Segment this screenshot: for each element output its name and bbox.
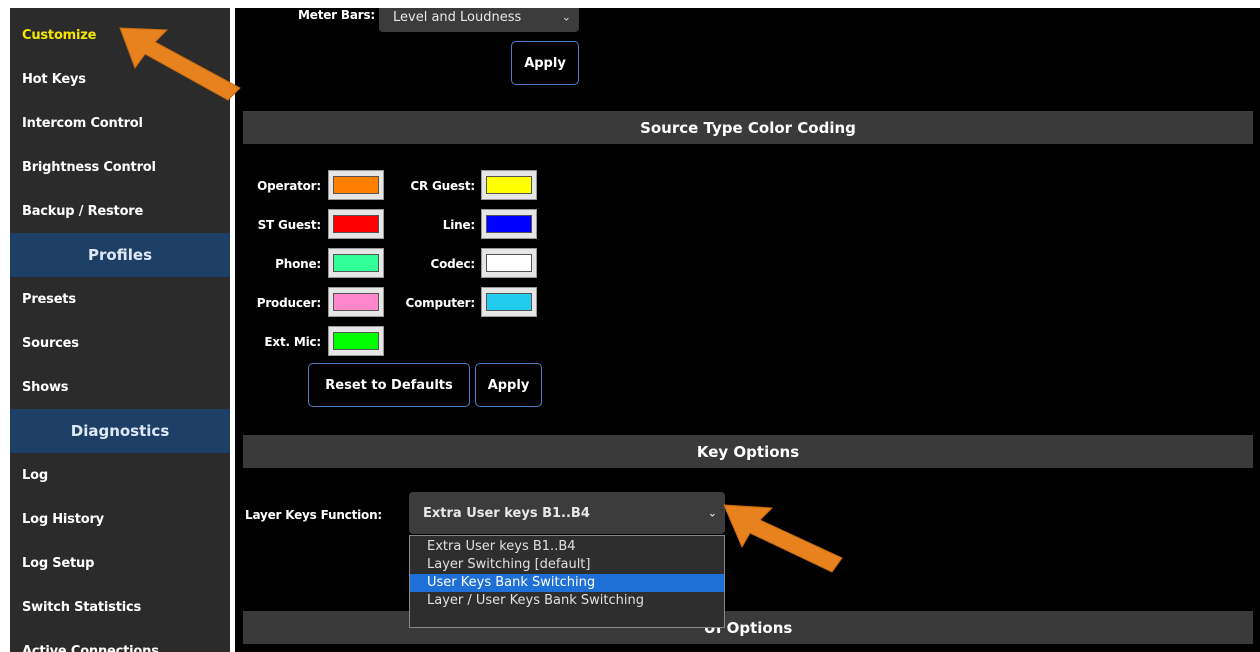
meter-bars-value: Level and Loudness <box>393 9 522 25</box>
sidebar-item-active-connections[interactable]: Active Connections <box>10 629 230 652</box>
ext-mic-color-swatch[interactable] <box>328 326 384 356</box>
cr-guest-color <box>486 176 532 194</box>
dropdown-option[interactable]: Layer Switching [default] <box>410 556 724 574</box>
st-guest-color-swatch[interactable] <box>328 209 384 239</box>
sidebar: Customize Hot Keys Intercom Control Brig… <box>10 8 230 652</box>
layer-keys-function-label: Layer Keys Function: <box>245 508 383 522</box>
ext-mic-color <box>333 332 379 350</box>
sidebar-item-intercom-control[interactable]: Intercom Control <box>10 101 230 145</box>
reset-to-defaults-button[interactable]: Reset to Defaults <box>308 363 470 407</box>
layer-keys-function-dropdown: Extra User keys B1..B4 Layer Switching [… <box>409 535 725 628</box>
producer-color <box>333 293 379 311</box>
dropdown-option-highlighted[interactable]: User Keys Bank Switching <box>410 574 724 592</box>
line-color <box>486 215 532 233</box>
phone-color-swatch[interactable] <box>328 248 384 278</box>
layer-keys-function-select[interactable]: Extra User keys B1..B4 ⌄ <box>409 492 725 534</box>
computer-color <box>486 293 532 311</box>
operator-label: Operator: <box>257 179 321 193</box>
ui-options-section-header: UI Options <box>243 611 1253 644</box>
color-coding-apply-button[interactable]: Apply <box>475 363 542 407</box>
cr-guest-label: CR Guest: <box>410 179 475 193</box>
color-coding-section-header: Source Type Color Coding <box>243 111 1253 144</box>
cr-guest-color-swatch[interactable] <box>481 170 537 200</box>
phone-label: Phone: <box>275 257 321 271</box>
producer-color-swatch[interactable] <box>328 287 384 317</box>
chevron-down-icon: ⌄ <box>707 506 717 520</box>
operator-color-swatch[interactable] <box>328 170 384 200</box>
sidebar-item-presets[interactable]: Presets <box>10 277 230 321</box>
sidebar-item-sources[interactable]: Sources <box>10 321 230 365</box>
line-color-swatch[interactable] <box>481 209 537 239</box>
chevron-down-icon: ⌄ <box>561 10 571 24</box>
sidebar-item-switch-statistics[interactable]: Switch Statistics <box>10 585 230 629</box>
sidebar-item-log[interactable]: Log <box>10 453 230 497</box>
sidebar-item-log-history[interactable]: Log History <box>10 497 230 541</box>
sidebar-item-shows[interactable]: Shows <box>10 365 230 409</box>
sidebar-item-log-setup[interactable]: Log Setup <box>10 541 230 585</box>
codec-label: Codec: <box>430 257 476 271</box>
st-guest-label: ST Guest: <box>257 218 322 232</box>
meter-bars-select[interactable]: Level and Loudness ⌄ <box>379 8 579 32</box>
st-guest-color <box>333 215 379 233</box>
phone-color <box>333 254 379 272</box>
ext-mic-label: Ext. Mic: <box>264 335 321 349</box>
callout-arrow-icon <box>723 504 843 573</box>
sidebar-item-backup-restore[interactable]: Backup / Restore <box>10 189 230 233</box>
line-label: Line: <box>442 218 475 232</box>
meter-bars-label: Meter Bars: <box>298 8 375 22</box>
sidebar-header-diagnostics: Diagnostics <box>10 409 230 453</box>
layer-keys-function-value: Extra User keys B1..B4 <box>423 505 590 521</box>
codec-color <box>486 254 532 272</box>
sidebar-item-brightness-control[interactable]: Brightness Control <box>10 145 230 189</box>
operator-color <box>333 176 379 194</box>
callout-arrow-icon <box>119 27 241 101</box>
producer-label: Producer: <box>256 296 321 310</box>
dropdown-option[interactable]: Layer / User Keys Bank Switching <box>410 592 724 610</box>
computer-label: Computer: <box>405 296 476 310</box>
computer-color-swatch[interactable] <box>481 287 537 317</box>
codec-color-swatch[interactable] <box>481 248 537 278</box>
dropdown-option[interactable]: Extra User keys B1..B4 <box>410 538 724 556</box>
meter-apply-button[interactable]: Apply <box>511 41 579 85</box>
key-options-section-header: Key Options <box>243 435 1253 468</box>
sidebar-header-profiles: Profiles <box>10 233 230 277</box>
